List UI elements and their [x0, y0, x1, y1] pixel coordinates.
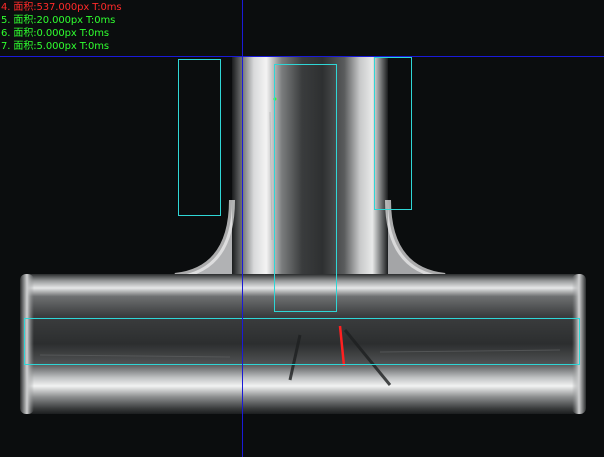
roi-box-right[interactable]: [374, 57, 412, 210]
result-line-5: 5. 面积:20.000px T:0ms: [1, 15, 116, 26]
inspection-results-overlay: 4. 面积:537.000px T:0ms 5. 面积:20.000px T:0…: [1, 1, 122, 53]
result-line-6: 6. 面积:0.000px T:0ms: [1, 28, 109, 39]
inspection-image-viewer[interactable]: 4. 面积:537.000px T:0ms 5. 面积:20.000px T:0…: [0, 0, 604, 457]
result-line-4: 4. 面积:537.000px T:0ms: [1, 2, 122, 13]
roi-box-bottom[interactable]: [24, 318, 580, 365]
crosshair-horizontal-line[interactable]: [0, 56, 604, 57]
roi-box-center[interactable]: [274, 64, 337, 312]
roi-box-left[interactable]: [178, 59, 221, 216]
result-line-7: 7. 面积:5.000px T:0ms: [1, 41, 109, 52]
crosshair-vertical-line[interactable]: [242, 0, 243, 457]
